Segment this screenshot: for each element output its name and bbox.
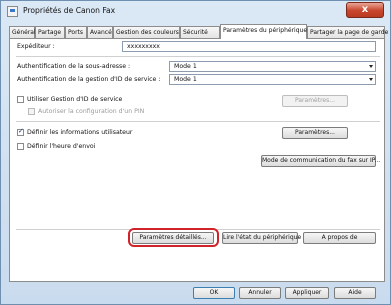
allow-pin-label: Autoriser la configuration d'un PIN	[38, 108, 145, 115]
close-button[interactable]: x	[346, 2, 384, 18]
tab-general[interactable]: Général	[9, 26, 36, 38]
properties-dialog: Propriétés de Canon Fax x Général Partag…	[0, 0, 391, 305]
user-info-checkbox[interactable]	[17, 127, 24, 136]
window-title: Propriétés de Canon Fax	[23, 6, 116, 15]
tab-cover-sheet-sharing[interactable]: Partager la page de garde	[307, 26, 388, 38]
user-info-label: Définir les informations utilisateur	[27, 129, 133, 136]
detailed-settings-button[interactable]: Paramètres détaillés...	[132, 232, 214, 244]
help-button[interactable]: Aide	[334, 287, 376, 299]
tab-security[interactable]: Sécurité	[180, 26, 220, 38]
use-dept-id-checkbox[interactable]	[17, 96, 24, 103]
device-settings-panel: Expéditeur : xxxxxxxxx Authentification …	[9, 38, 385, 282]
about-button[interactable]: A propos de	[303, 232, 376, 244]
use-dept-id-label: Utiliser Gestion d'ID de service	[27, 96, 123, 103]
cancel-button[interactable]: Annuler	[239, 287, 281, 299]
dept-id-auth-select[interactable]: Mode 1	[169, 74, 376, 85]
fax-over-ip-mode-button[interactable]: Mode de communication du fax sur IP...	[261, 155, 380, 167]
tab-color-management[interactable]: Gestion des couleurs	[113, 26, 180, 38]
printer-icon	[7, 6, 18, 17]
dept-id-settings-button[interactable]: Paramètres...	[282, 95, 348, 107]
allow-pin-checkbox[interactable]	[28, 108, 35, 115]
subaddress-auth-value: Mode 1	[174, 63, 197, 70]
tab-advanced[interactable]: Avancé	[87, 26, 113, 38]
chevron-down-icon	[369, 65, 373, 68]
send-time-label: Définir l'heure d'envoi	[27, 143, 96, 150]
subaddress-auth-label: Authentification de la sous-adresse :	[17, 63, 131, 70]
tab-sharing[interactable]: Partage	[35, 26, 65, 38]
dept-id-auth-value: Mode 1	[174, 76, 197, 83]
send-time-checkbox[interactable]	[17, 143, 24, 150]
user-info-settings-button[interactable]: Paramètres...	[282, 127, 348, 139]
ok-button[interactable]: OK	[193, 287, 235, 299]
tab-device-settings[interactable]: Paramètres du périphérique	[220, 24, 307, 39]
sender-field[interactable]: xxxxxxxxx	[122, 41, 376, 52]
read-device-status-button[interactable]: Lire l'état du périphérique	[222, 232, 301, 244]
chevron-down-icon	[369, 78, 373, 81]
apply-button[interactable]: Appliquer	[285, 287, 329, 299]
sender-label: Expéditeur :	[17, 43, 55, 50]
divider	[16, 121, 380, 122]
divider	[16, 56, 380, 57]
title-bar: Propriétés de Canon Fax x	[1, 1, 390, 23]
dept-id-auth-label: Authentification de la gestion d'ID de s…	[17, 76, 161, 83]
tab-ports[interactable]: Ports	[65, 26, 87, 38]
subaddress-auth-select[interactable]: Mode 1	[169, 61, 376, 72]
tab-strip: Général Partage Ports Avancé Gestion des…	[9, 24, 388, 39]
